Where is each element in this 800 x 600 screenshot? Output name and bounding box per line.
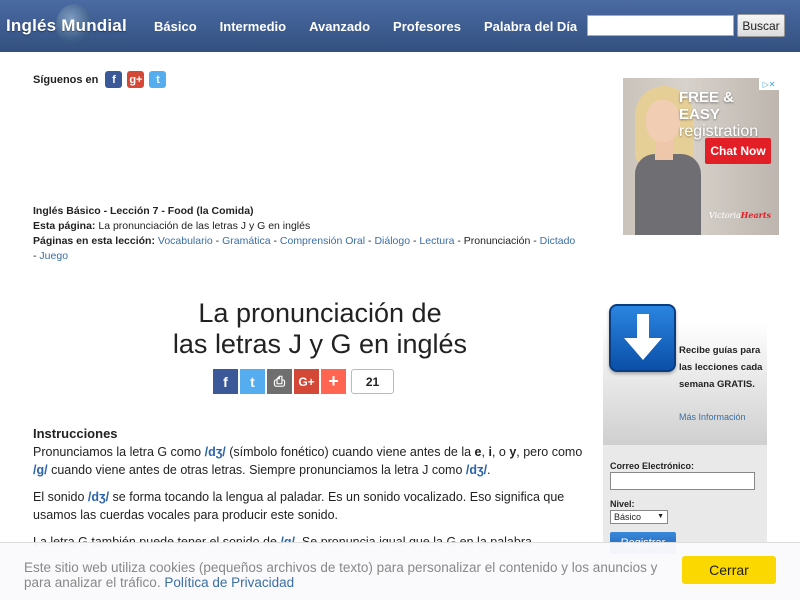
- cookie-close-button[interactable]: Cerrar: [682, 556, 776, 584]
- follow-us: Síguenos en f g+ t: [33, 71, 171, 88]
- nav-palabra-del-dia[interactable]: Palabra del Día: [484, 19, 577, 34]
- newsletter-text: Recibe guías para las lecciones cada sem…: [679, 345, 763, 390]
- search-input[interactable]: [587, 15, 734, 36]
- lesson-link-vocabulario[interactable]: Vocabulario: [158, 235, 213, 247]
- nav-intermedio[interactable]: Intermedio: [220, 19, 286, 34]
- nav-profesores[interactable]: Profesores: [393, 19, 461, 34]
- lesson-link-gramatica[interactable]: Gramática: [222, 235, 270, 247]
- current-page-title: La pronunciación de las letras J y G en …: [98, 220, 311, 232]
- ipa-dzh-link[interactable]: /dʒ/: [466, 463, 487, 477]
- lesson-content: Instrucciones Pronunciamos la letra G co…: [33, 425, 583, 560]
- facebook-icon[interactable]: f: [105, 71, 123, 88]
- follow-label: Síguenos en: [33, 73, 99, 86]
- share-twitter-icon[interactable]: t: [240, 369, 265, 394]
- ipa-g-link[interactable]: /g/: [33, 463, 48, 477]
- advertisement-banner[interactable]: FREE & EASY registration Chat Now Victor…: [623, 78, 779, 235]
- nav-avanzado[interactable]: Avanzado: [309, 19, 370, 34]
- newsletter-header: Recibe guías para las lecciones cada sem…: [603, 304, 767, 445]
- level-select[interactable]: Básico ▼: [610, 510, 668, 524]
- nav-basico[interactable]: Básico: [154, 19, 197, 34]
- download-arrow-icon: [609, 304, 676, 372]
- lesson-link-lectura[interactable]: Lectura: [419, 235, 454, 247]
- more-info-link[interactable]: Más Información: [679, 412, 746, 422]
- ad-chat-now-button[interactable]: Chat Now: [705, 138, 771, 164]
- share-count: 21: [351, 369, 394, 394]
- google-plus-icon[interactable]: g+: [127, 71, 145, 88]
- lesson-title: Inglés Básico - Lección 7 - Food (la Com…: [33, 205, 254, 217]
- level-label: Nivel:: [610, 499, 635, 509]
- top-navbar: Inglés Mundial Básico Intermedio Avanzad…: [0, 0, 800, 52]
- share-more-icon[interactable]: +: [321, 369, 346, 394]
- cookie-banner: Este sitio web utiliza cookies (pequeños…: [0, 542, 800, 600]
- search-button[interactable]: Buscar: [737, 14, 785, 37]
- lesson-link-dictado[interactable]: Dictado: [540, 235, 576, 247]
- privacy-policy-link[interactable]: Política de Privacidad: [164, 575, 294, 590]
- share-facebook-icon[interactable]: f: [213, 369, 238, 394]
- ipa-dzh-link[interactable]: /dʒ/: [88, 490, 109, 504]
- ipa-dzh-link[interactable]: /dʒ/: [205, 445, 226, 459]
- print-icon[interactable]: ⎙: [267, 369, 292, 394]
- lesson-link-comprension-oral[interactable]: Comprensión Oral: [280, 235, 365, 247]
- cookie-text: Este sitio web utiliza cookies (pequeños…: [24, 560, 658, 590]
- adchoices-icon[interactable]: ▷✕: [759, 78, 779, 90]
- email-label: Correo Electrónico:: [610, 461, 695, 471]
- lesson-link-juego[interactable]: Juego: [39, 250, 68, 262]
- paragraph-2: El sonido /dʒ/ se forma tocando la lengu…: [33, 490, 565, 522]
- email-field[interactable]: [610, 472, 755, 490]
- paragraph-1: Pronunciamos la letra G como /dʒ/ (símbo…: [33, 445, 583, 477]
- logo-text[interactable]: Inglés Mundial: [6, 16, 127, 36]
- page-title: La pronunciación de las letras J y G en …: [172, 298, 468, 359]
- instructions-heading: Instrucciones: [33, 426, 118, 441]
- twitter-icon[interactable]: t: [149, 71, 167, 88]
- share-google-plus-icon[interactable]: G+: [294, 369, 319, 394]
- ad-brand: VictoriaHearts: [708, 210, 772, 220]
- main-nav: Básico Intermedio Avanzado Profesores Pa…: [154, 0, 600, 52]
- ad-headline: FREE & EASY registration: [679, 89, 759, 140]
- site-logo[interactable]: Inglés Mundial: [6, 4, 127, 46]
- lesson-link-dialogo[interactable]: Diálogo: [374, 235, 410, 247]
- share-bar: f t ⎙ G+ + 21: [213, 369, 394, 394]
- chevron-down-icon: ▼: [657, 513, 664, 520]
- lesson-info: Inglés Básico - Lección 7 - Food (la Com…: [33, 205, 576, 262]
- lesson-current-pronunciacion: Pronunciación: [463, 235, 531, 247]
